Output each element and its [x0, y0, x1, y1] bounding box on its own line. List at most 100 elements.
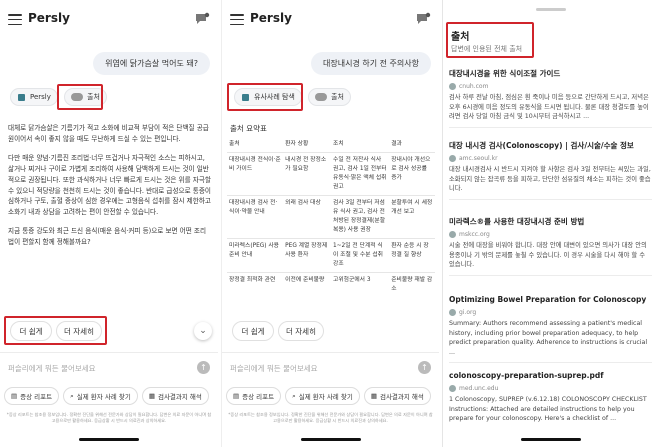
- user-question-bubble: 대장내시경 하기 전 주의사항: [311, 52, 431, 75]
- chat-panel-gastritis: Persly 위염에 닭가슴살 먹어도 돼? Persly 출처 대체로 닭가슴…: [0, 0, 218, 447]
- chip-label: 실제 환자 사례 찾기: [76, 393, 131, 401]
- answer-text: 대체로 닭가슴살은 기름기가 적고 소화에 비교적 부담이 적은 단백질 공급원…: [8, 123, 212, 256]
- source-avatars-icon: [315, 93, 327, 101]
- source-title: 미라렉스®를 사용한 대장내시경 준비 방법: [449, 217, 585, 226]
- quick-action-chips: ▤ 증상 리포트 ⌕ 실제 환자 사례 찾기 ▦ 검사결과지 해석: [226, 387, 439, 405]
- persly-chip[interactable]: Persly: [10, 88, 58, 106]
- chat-input-bar: 퍼슬리에게 뭐든 물어보세요 ↑: [0, 352, 218, 382]
- source-item[interactable]: 대장내시경을 위한 식이조절 가이드 cnuh.com 검사 하루 전날 아침,…: [449, 68, 652, 128]
- persly-chip-label: Persly: [30, 93, 51, 101]
- source-domain: cnuh.com: [459, 83, 489, 90]
- symptom-report-chip[interactable]: ▤ 증상 리포트: [4, 387, 60, 405]
- source-snippet: Summary: Authors recommend assessing a p…: [449, 320, 648, 356]
- chat-input[interactable]: 퍼슬리에게 뭐든 물어보세요: [230, 363, 318, 374]
- home-indicator: [79, 438, 139, 441]
- table-cell: 수일 전 저잔사 식사 권고, 검사 1일 전부터 유동식·맑은 액체 섭취 권…: [330, 152, 390, 196]
- send-icon[interactable]: ↑: [197, 361, 210, 374]
- home-indicator: [520, 438, 581, 441]
- site-favicon-icon: [449, 385, 456, 392]
- table-cell: 분할투여 시 세정 개선 보고: [389, 195, 435, 239]
- send-icon[interactable]: ↑: [418, 361, 431, 374]
- table-cell: 환자 순응 시 장정결 질 향상: [389, 238, 435, 273]
- source-title: 대장 내시경 검사(Colonoscopy) | 검사/시술/수술 정보: [449, 141, 634, 150]
- patient-case-chip[interactable]: ⌕ 실제 환자 사례 찾기: [285, 387, 360, 405]
- chip-label: 증상 리포트: [20, 393, 53, 401]
- answer-paragraph: 다만 매운 양념·기름진 조리법·너무 뜨겁거나 자극적인 소스는 피하시고, …: [8, 153, 211, 217]
- document-icon: ▦: [148, 392, 155, 400]
- source-domain-row: gi.org: [449, 309, 652, 316]
- source-domain-row: med.unc.edu: [449, 385, 652, 392]
- site-favicon-icon: [449, 155, 456, 162]
- disclaimer-text: *증상 리포트는 참조용 정보입니다. 정확한 진단을 위해선 전문가와 상담이…: [6, 412, 212, 423]
- quick-action-chips: ▤ 증상 리포트 ⌕ 실제 환자 사례 찾기 ▦ 검사결과지 해석: [4, 387, 218, 405]
- chat-input-bar: 퍼슬리에게 뭐든 물어보세요 ↑: [222, 352, 439, 382]
- disclaimer-text: *증상 리포트는 참조용 정보입니다. 정확한 진단을 위해선 전문가와 상담이…: [228, 412, 433, 423]
- source-domain-row: cnuh.com: [449, 83, 652, 90]
- sources-sheet: 출처 답변에 인용된 전체 출처 대장내시경을 위한 식이조절 가이드 cnuh…: [442, 0, 658, 447]
- menu-icon[interactable]: [230, 14, 244, 26]
- source-item[interactable]: colonoscopy-preparation-suprep.pdf med.u…: [449, 370, 652, 429]
- source-domain: amc.seoul.kr: [459, 155, 498, 162]
- source-item[interactable]: Optimizing Bowel Preparation for Colonos…: [449, 294, 652, 364]
- source-domain-row: mskcc.org: [449, 231, 652, 238]
- summary-table-title: 출처 요약표: [230, 124, 267, 133]
- answer-paragraph: 지금 통증 강도와 최근 드신 음식(매운 음식·커피 등)으로 보면 어떤 조…: [8, 227, 207, 247]
- source-chip-label: 출처: [331, 93, 344, 101]
- table-row: 장정결 최적화 관련 이전에 준비불량 고위험군에서 3 준비불량 재발 감소: [227, 272, 435, 297]
- home-indicator: [300, 438, 361, 441]
- easier-button[interactable]: 더 쉽게: [232, 321, 274, 341]
- table-cell: 고위험군에서 3: [330, 272, 390, 297]
- highlight-similar-case-chip: [227, 83, 303, 111]
- app-header: Persly: [222, 0, 439, 40]
- chip-label: 검사결과지 해석: [157, 393, 202, 401]
- site-favicon-icon: [449, 83, 456, 90]
- scroll-down-icon[interactable]: ⌄: [194, 322, 212, 340]
- search-icon: ⌕: [292, 391, 296, 400]
- site-favicon-icon: [449, 231, 456, 238]
- table-cell: 외래 검사 대상: [283, 195, 331, 239]
- highlight-sources-header: [446, 22, 534, 58]
- menu-icon[interactable]: [8, 14, 22, 26]
- book-icon: [18, 93, 25, 101]
- test-result-chip[interactable]: ▦ 검사결과지 해석: [363, 387, 431, 405]
- app-title: Persly: [28, 11, 70, 25]
- table-header: 결과: [391, 141, 402, 147]
- symptom-report-chip[interactable]: ▤ 증상 리포트: [226, 387, 282, 405]
- table-cell: 미라렉스(PEG) 사용 준비 안내: [227, 238, 284, 273]
- new-chat-icon[interactable]: [194, 12, 210, 26]
- source-chip[interactable]: 출처: [308, 88, 351, 106]
- chat-input[interactable]: 퍼슬리에게 뭐든 물어보세요: [8, 363, 96, 374]
- source-snippet: 시술 전에 대장을 비워야 합니다. 대장 안에 대변이 있으면 의사가 대장 …: [449, 242, 647, 269]
- source-title: Optimizing Bowel Preparation for Colonos…: [449, 295, 647, 304]
- table-row: 대장내시경 전식이·준비 가이드 내시경 전 장정소가 필요함 수일 전 저잔사…: [227, 152, 435, 196]
- sheet-drag-handle[interactable]: [535, 8, 566, 11]
- app-title: Persly: [250, 11, 292, 25]
- table-row: 대장내시경 검사 전·식이·약물 안내 외래 검사 대상 검사 3일 전부터 저…: [227, 195, 435, 239]
- source-title: 대장내시경을 위한 식이조절 가이드: [449, 69, 561, 78]
- table-cell: PEG 계열 장정제 사용 환자: [283, 238, 331, 273]
- table-header-row: 출처 환자 상황 조치 결과: [227, 137, 435, 153]
- answer-paragraph: 대체로 닭가슴살은 기름기가 적고 소화에 비교적 부담이 적은 단백질 공급원…: [8, 124, 209, 143]
- table-cell: 대장내시경 전식이·준비 가이드: [227, 152, 284, 196]
- test-result-chip[interactable]: ▦ 검사결과지 해석: [141, 387, 209, 405]
- document-icon: ▦: [370, 392, 377, 400]
- more-detail-button[interactable]: 더 자세히: [278, 321, 324, 341]
- source-domain: mskcc.org: [459, 231, 490, 238]
- patient-case-chip[interactable]: ⌕ 실제 환자 사례 찾기: [63, 387, 138, 405]
- source-snippet: 검사 하루 전날 아침, 점심은 흰 죽이나 미음 등으로 간단하게 드시고, …: [449, 94, 649, 121]
- table-row: 미라렉스(PEG) 사용 준비 안내 PEG 계열 장정제 사용 환자 1~2일…: [227, 238, 435, 273]
- table-header: 환자 상황: [285, 141, 309, 147]
- search-icon: ⌕: [70, 391, 74, 400]
- new-chat-icon[interactable]: [415, 12, 431, 26]
- table-header: 조치: [332, 141, 344, 147]
- source-item[interactable]: 대장 내시경 검사(Colonoscopy) | 검사/시술/수술 정보 amc…: [449, 140, 652, 200]
- table-cell: 장내시야 개선으로 검사 성공률 증가: [389, 152, 435, 196]
- chip-label: 실제 환자 사례 찾기: [298, 393, 353, 401]
- chip-label: 증상 리포트: [242, 393, 275, 401]
- source-snippet: 1 Colonoscopy, SUPREP (v.6.12.18) COLONO…: [449, 396, 647, 423]
- source-item[interactable]: 미라렉스®를 사용한 대장내시경 준비 방법 mskcc.org 시술 전에 대…: [449, 216, 652, 276]
- table-cell: 장정결 최적화 관련: [227, 272, 284, 297]
- report-icon: ▤: [11, 392, 18, 400]
- table-cell: 내시경 전 장정소가 필요함: [283, 152, 331, 196]
- source-summary-table: 출처 환자 상황 조치 결과 대장내시경 전식이·준비 가이드 내시경 전 장정…: [227, 137, 435, 297]
